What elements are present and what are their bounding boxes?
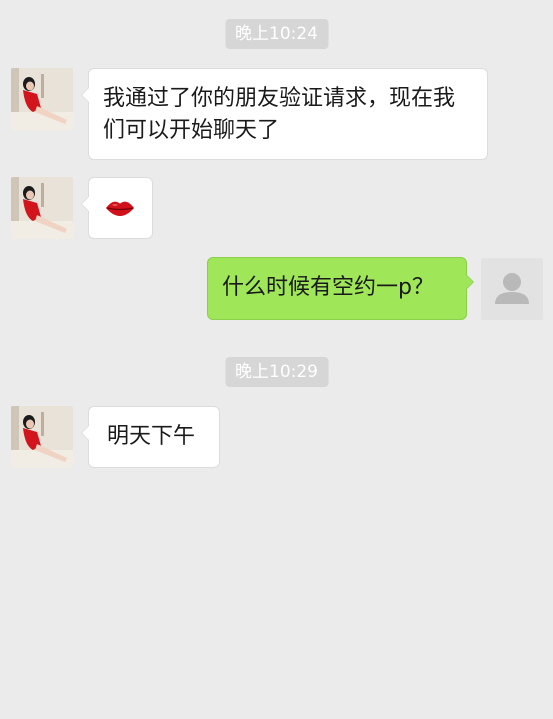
- message-bubble-received[interactable]: 我通过了你的朋友验证请求，现在我们可以开始聊天了: [81, 68, 488, 160]
- timestamp: 晚上10:29: [225, 357, 328, 387]
- message-bubble-received[interactable]: 明天下午: [81, 406, 220, 468]
- timestamp: 晚上10:24: [225, 19, 328, 49]
- message-bubble-sent[interactable]: 什么时候有空约一p？: [207, 257, 474, 320]
- contact-avatar[interactable]: [11, 68, 73, 130]
- contact-avatar[interactable]: [11, 406, 73, 468]
- message-text: 什么时候有空约一p？: [222, 275, 434, 300]
- default-user-avatar-icon: [495, 273, 529, 304]
- contact-avatar-image: [11, 68, 73, 130]
- contact-avatar-image: [11, 406, 73, 468]
- message-bubble-received[interactable]: [81, 177, 153, 239]
- self-avatar[interactable]: [481, 258, 543, 320]
- message-text: 我通过了你的朋友验证请求，现在我们可以开始聊天了: [103, 86, 456, 143]
- message-text: 明天下午: [107, 424, 196, 449]
- lips-emoji-icon: [106, 201, 134, 216]
- contact-avatar[interactable]: [11, 177, 73, 239]
- contact-avatar-image: [11, 177, 73, 239]
